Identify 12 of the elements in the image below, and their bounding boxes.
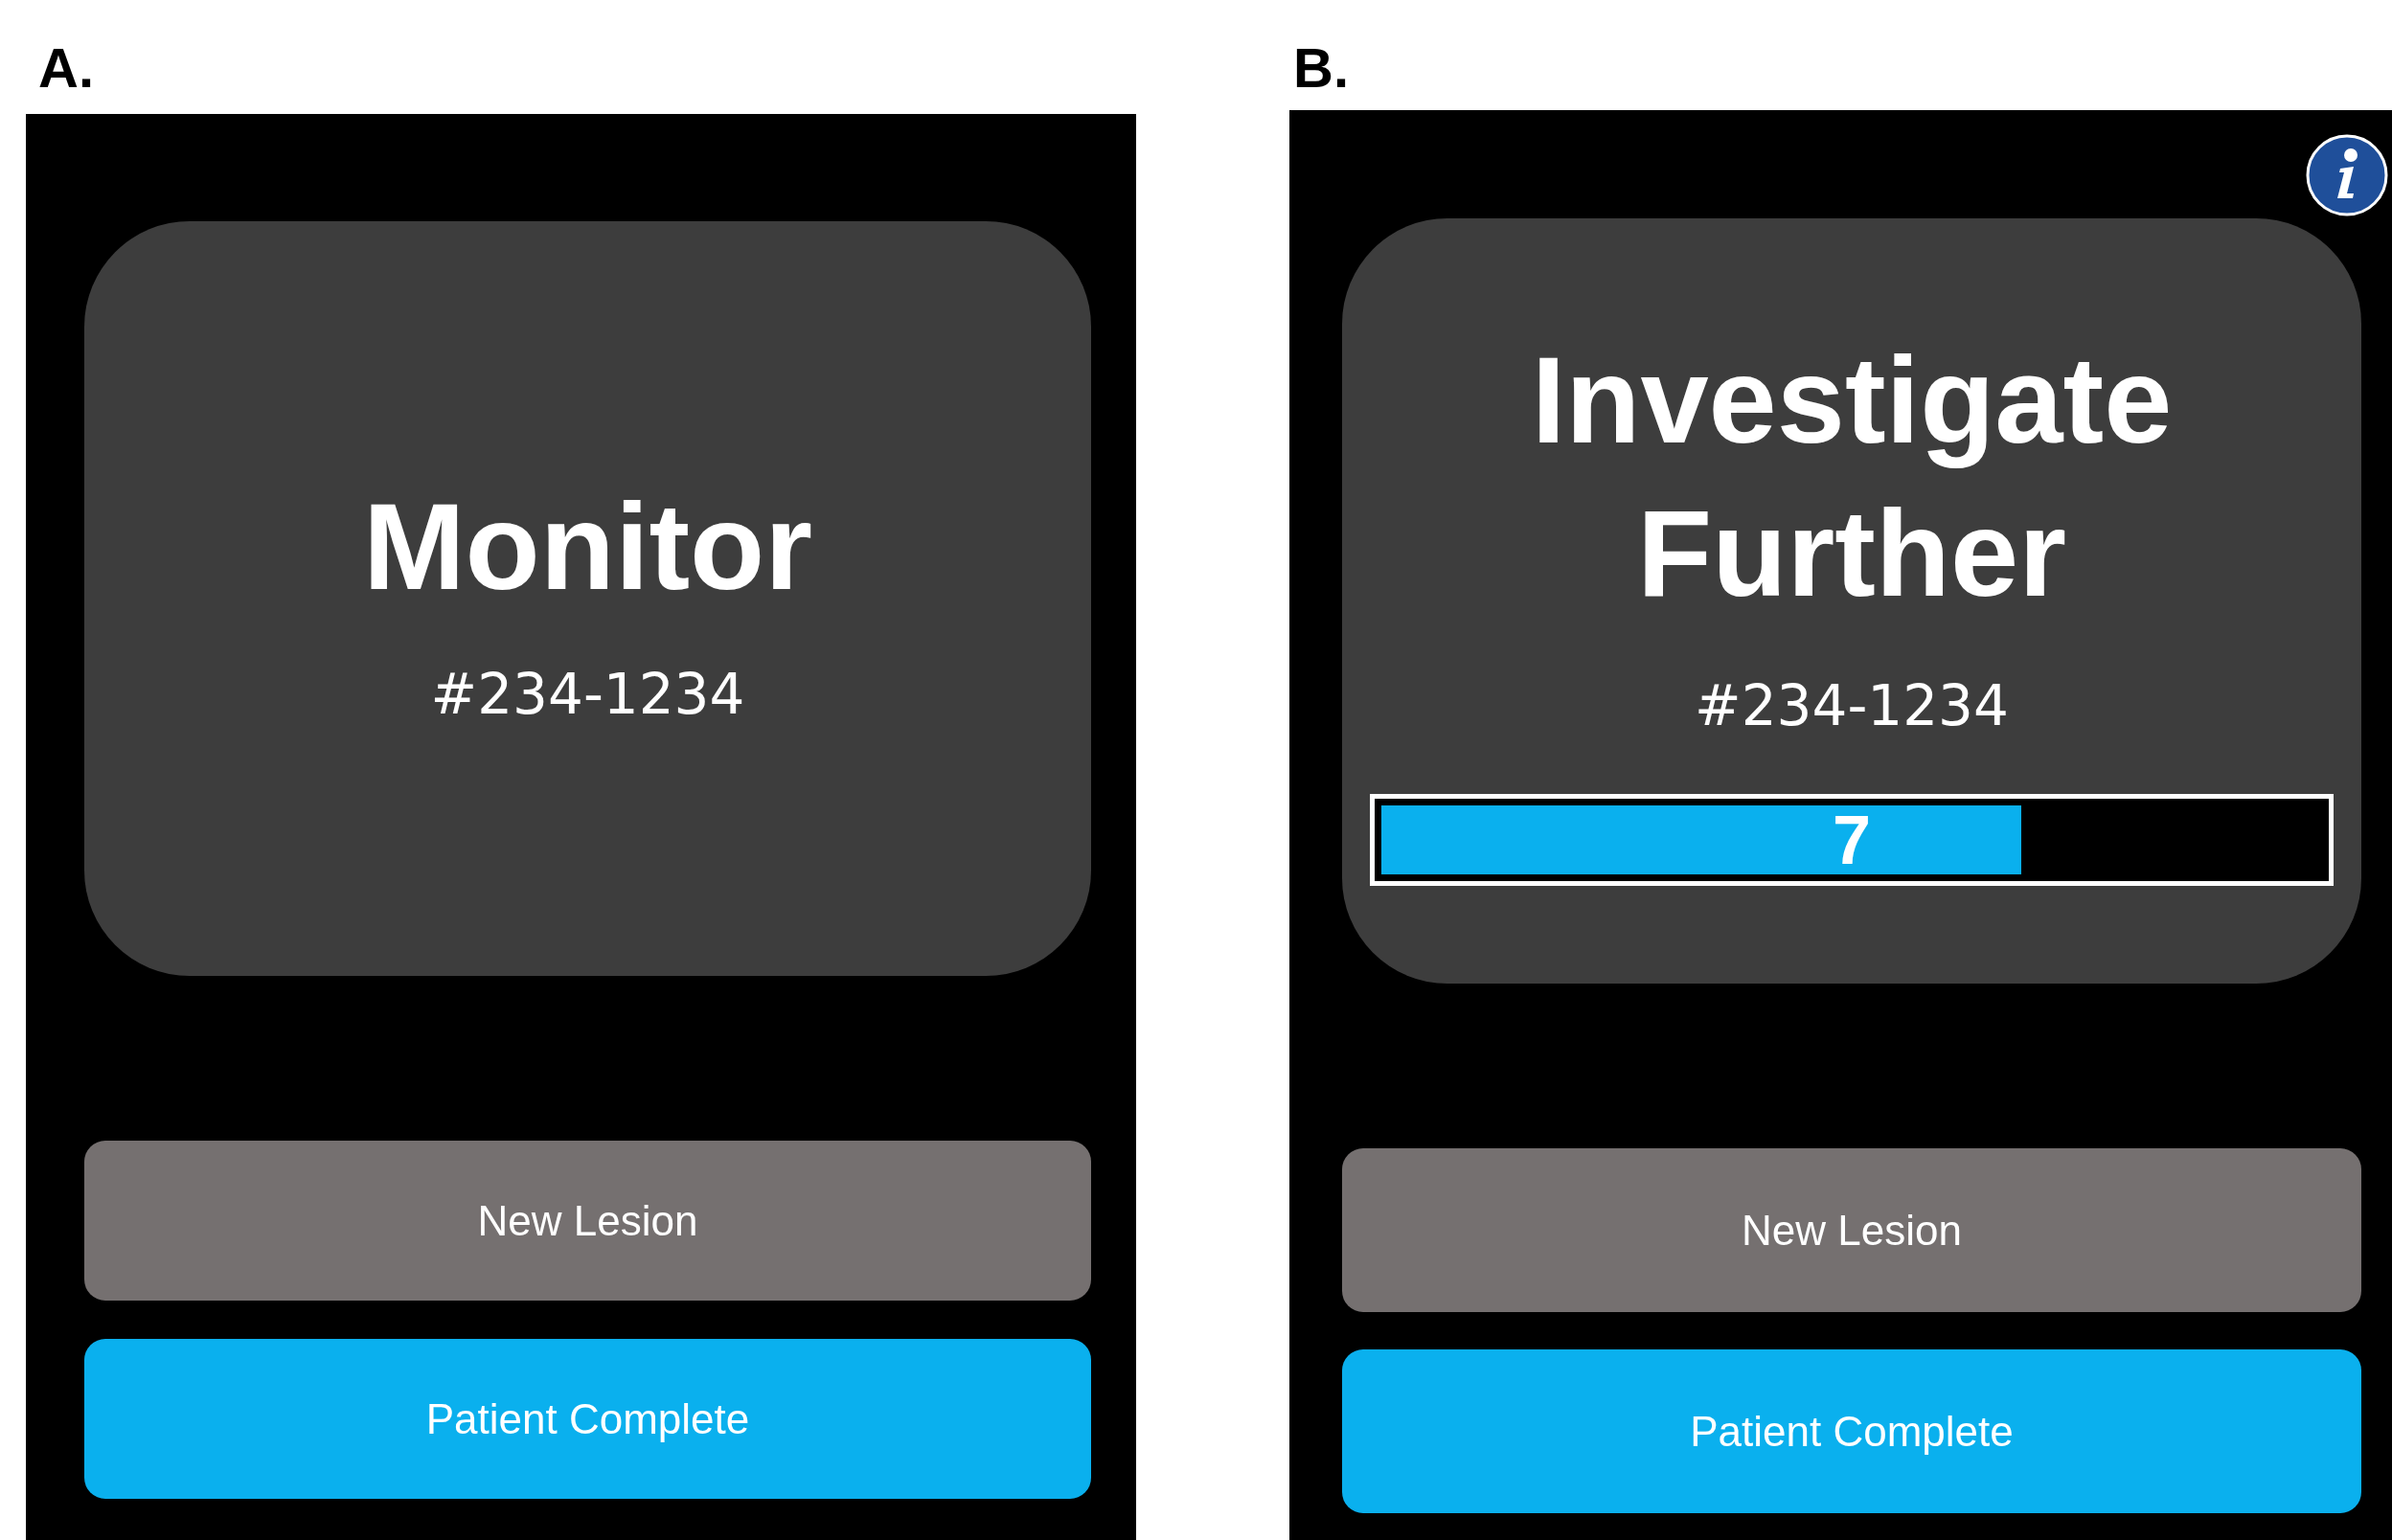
result-title: Monitor <box>362 477 813 617</box>
info-icon[interactable] <box>2306 134 2388 216</box>
panel-label: B. <box>1292 35 1349 101</box>
new-lesion-button[interactable]: New Lesion <box>1342 1148 2361 1312</box>
lesion-id: #234-1234 <box>430 662 745 727</box>
new-lesion-button[interactable]: New Lesion <box>84 1141 1091 1301</box>
complete-button[interactable]: Patient Complete <box>1342 1349 2361 1513</box>
result-title: Investigate Further <box>1530 330 2174 623</box>
complete-button[interactable]: Patient Complete <box>84 1339 1091 1499</box>
score-value: 7 <box>1833 805 1871 874</box>
lesion-id: #234-1234 <box>1695 673 2009 738</box>
panel-label: A. <box>37 35 94 101</box>
